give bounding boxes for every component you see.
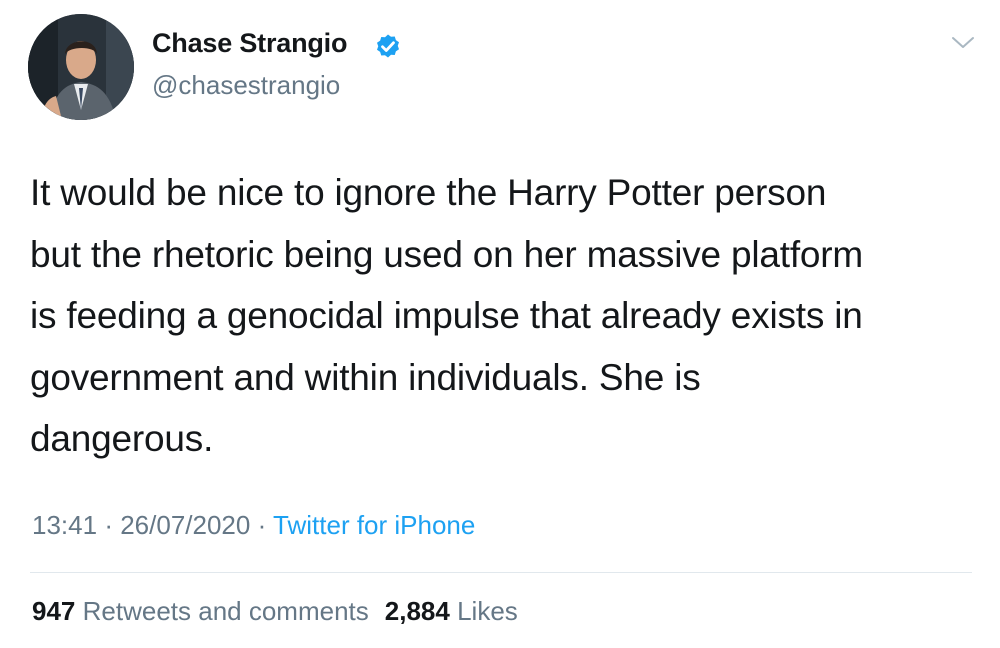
tweet-source-link[interactable]: Twitter for iPhone	[273, 510, 475, 540]
tweet-text-line: is feeding a genocidal impulse that alre…	[30, 295, 863, 336]
tweet-date[interactable]: 26/07/2020	[120, 510, 250, 540]
retweets-count: 947	[32, 596, 76, 626]
tweet-text-line: government and within individuals. She i…	[30, 356, 701, 398]
tweet-text-line: dangerous.	[30, 418, 214, 459]
avatar-photo	[28, 14, 134, 120]
author-handle[interactable]: @chasestrangio	[152, 70, 340, 101]
retweets-label: Retweets and comments	[82, 596, 369, 626]
avatar[interactable]	[28, 14, 134, 120]
verified-badge-icon	[377, 34, 399, 58]
tweet-card: Chase Strangio @chasestrangio It would b…	[0, 0, 1000, 648]
divider	[30, 572, 972, 573]
likes-label: Likes	[457, 596, 518, 626]
likes-count: 2,884	[384, 596, 450, 626]
engagement-stats: 947 Retweets and comments 2,884 Likes	[32, 596, 518, 627]
chevron-down-icon[interactable]	[950, 34, 976, 52]
tweet-text-line: but the rhetoric being used on her massi…	[30, 233, 864, 275]
meta-separator: ·	[104, 510, 113, 540]
tweet-text: It would be nice to ignore the Harry Pot…	[30, 162, 980, 470]
author-display-name[interactable]: Chase Strangio	[152, 28, 347, 59]
meta-separator: ·	[257, 510, 267, 540]
likes-stat[interactable]: 2,884 Likes	[385, 596, 518, 626]
tweet-time[interactable]: 13:41	[32, 510, 97, 540]
tweet-metadata: 13:41 · 26/07/2020 · Twitter for iPhone	[32, 510, 475, 541]
retweets-stat[interactable]: 947 Retweets and comments	[32, 596, 369, 626]
tweet-text-line: It would be nice to ignore the Harry Pot…	[30, 172, 827, 213]
